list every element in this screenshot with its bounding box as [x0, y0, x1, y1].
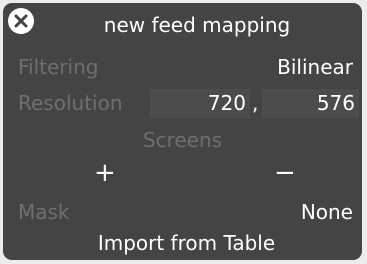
dialog-title: new feed mapping — [103, 13, 291, 37]
resolution-label: Resolution — [18, 91, 123, 115]
remove-screen-button[interactable]: − — [274, 160, 296, 186]
close-icon — [14, 14, 28, 28]
screens-label: Screens — [142, 128, 223, 152]
mask-value[interactable]: None — [301, 202, 353, 222]
mask-label: Mask — [18, 200, 70, 224]
import-from-table-button[interactable]: Import from Table — [3, 233, 367, 253]
close-button[interactable] — [8, 8, 34, 34]
add-screen-button[interactable]: + — [94, 160, 116, 186]
filtering-value[interactable]: Bilinear — [277, 57, 353, 77]
feed-mapping-dialog: new feed mapping Filtering Bilinear Reso… — [3, 3, 362, 260]
filtering-label: Filtering — [18, 55, 99, 79]
resolution-width-field[interactable]: 720 — [150, 89, 250, 118]
resolution-height-field[interactable]: 576 — [262, 89, 359, 118]
resolution-separator: , — [252, 91, 259, 115]
